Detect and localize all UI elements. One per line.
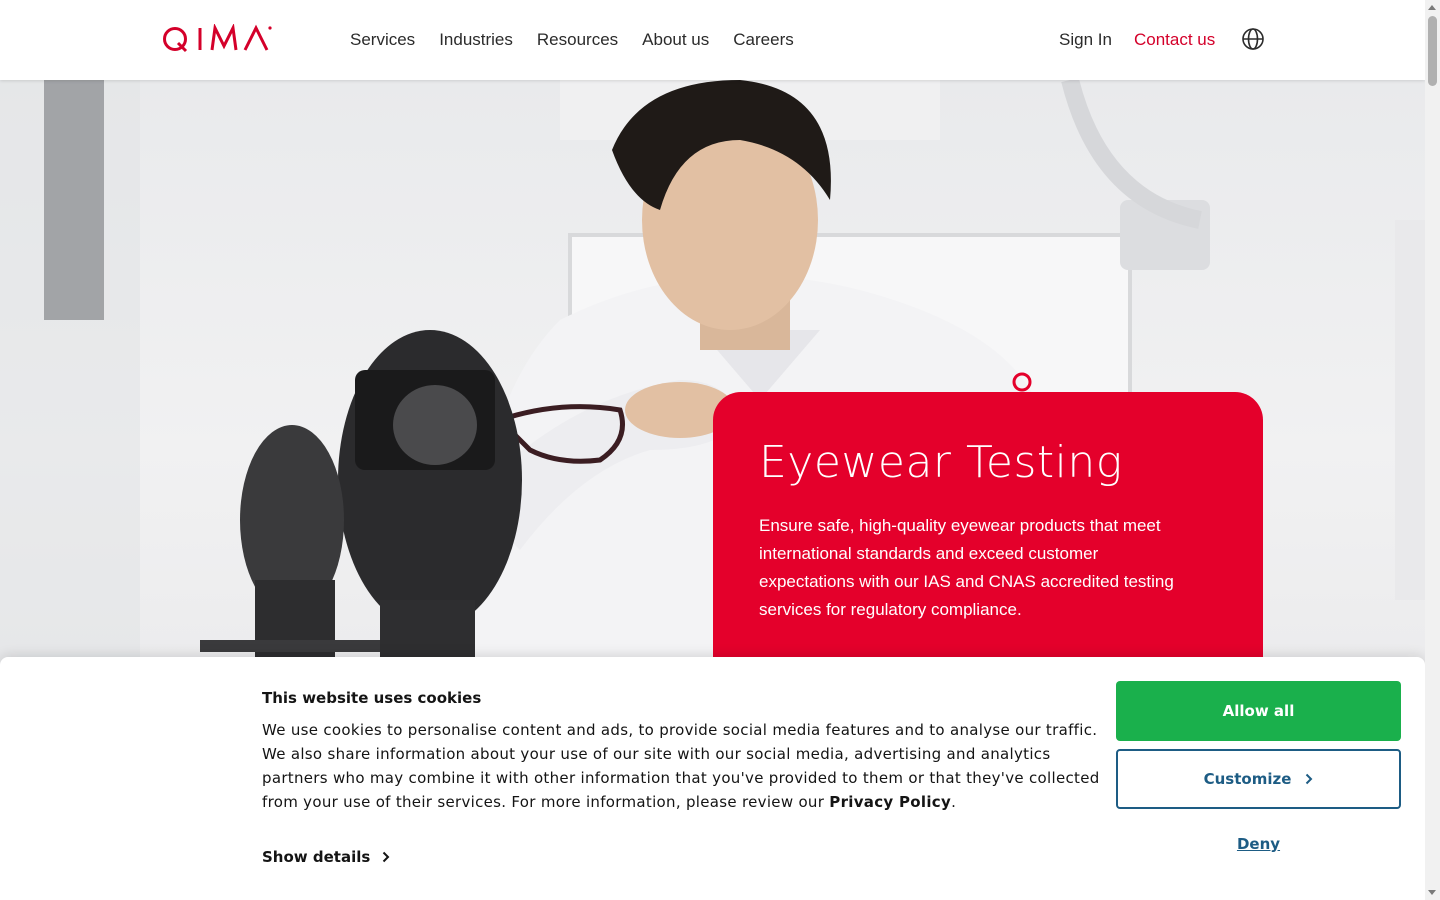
allow-all-button[interactable]: Allow all bbox=[1116, 681, 1401, 741]
scroll-up-arrow-icon[interactable] bbox=[1428, 5, 1436, 10]
hero-title: Eyewear Testing bbox=[759, 437, 1123, 488]
header-actions: Sign In Contact us bbox=[1059, 27, 1425, 51]
sign-in-link[interactable]: Sign In bbox=[1059, 29, 1112, 51]
cookie-banner: This website uses cookies We use cookies… bbox=[0, 657, 1425, 900]
cookie-title: This website uses cookies bbox=[262, 689, 482, 707]
hero-card: Eyewear Testing Ensure safe, high-qualit… bbox=[713, 392, 1263, 692]
nav-services[interactable]: Services bbox=[350, 29, 415, 51]
chevron-right-icon bbox=[383, 851, 390, 863]
allow-all-label: Allow all bbox=[1222, 702, 1295, 720]
contact-us-link[interactable]: Contact us bbox=[1134, 29, 1215, 51]
nav-about-us[interactable]: About us bbox=[642, 29, 709, 51]
cookie-body-text: We use cookies to personalise content an… bbox=[262, 721, 1100, 811]
show-details-label: Show details bbox=[262, 848, 371, 866]
cookie-text-end: . bbox=[951, 793, 957, 811]
scroll-thumb[interactable] bbox=[1428, 16, 1437, 86]
page-scrollbar[interactable] bbox=[1425, 0, 1440, 900]
nav-careers[interactable]: Careers bbox=[733, 29, 793, 51]
scroll-down-arrow-icon[interactable] bbox=[1428, 890, 1436, 895]
main-nav: Services Industries Resources About us C… bbox=[350, 29, 818, 51]
customize-label: Customize bbox=[1203, 770, 1292, 788]
chevron-right-icon bbox=[1306, 773, 1313, 785]
nav-resources[interactable]: Resources bbox=[537, 29, 618, 51]
deny-button[interactable]: Deny bbox=[1116, 835, 1401, 859]
cookie-text: We use cookies to personalise content an… bbox=[262, 718, 1102, 814]
site-header: Services Industries Resources About us C… bbox=[0, 0, 1425, 80]
globe-icon[interactable] bbox=[1241, 27, 1265, 51]
hero-description: Ensure safe, high-quality eyewear produc… bbox=[759, 516, 1174, 619]
qima-logo[interactable] bbox=[162, 24, 274, 54]
show-details-button[interactable]: Show details bbox=[262, 848, 390, 866]
customize-button[interactable]: Customize bbox=[1116, 749, 1401, 809]
privacy-policy-link[interactable]: Privacy Policy bbox=[829, 793, 951, 811]
nav-industries[interactable]: Industries bbox=[439, 29, 513, 51]
